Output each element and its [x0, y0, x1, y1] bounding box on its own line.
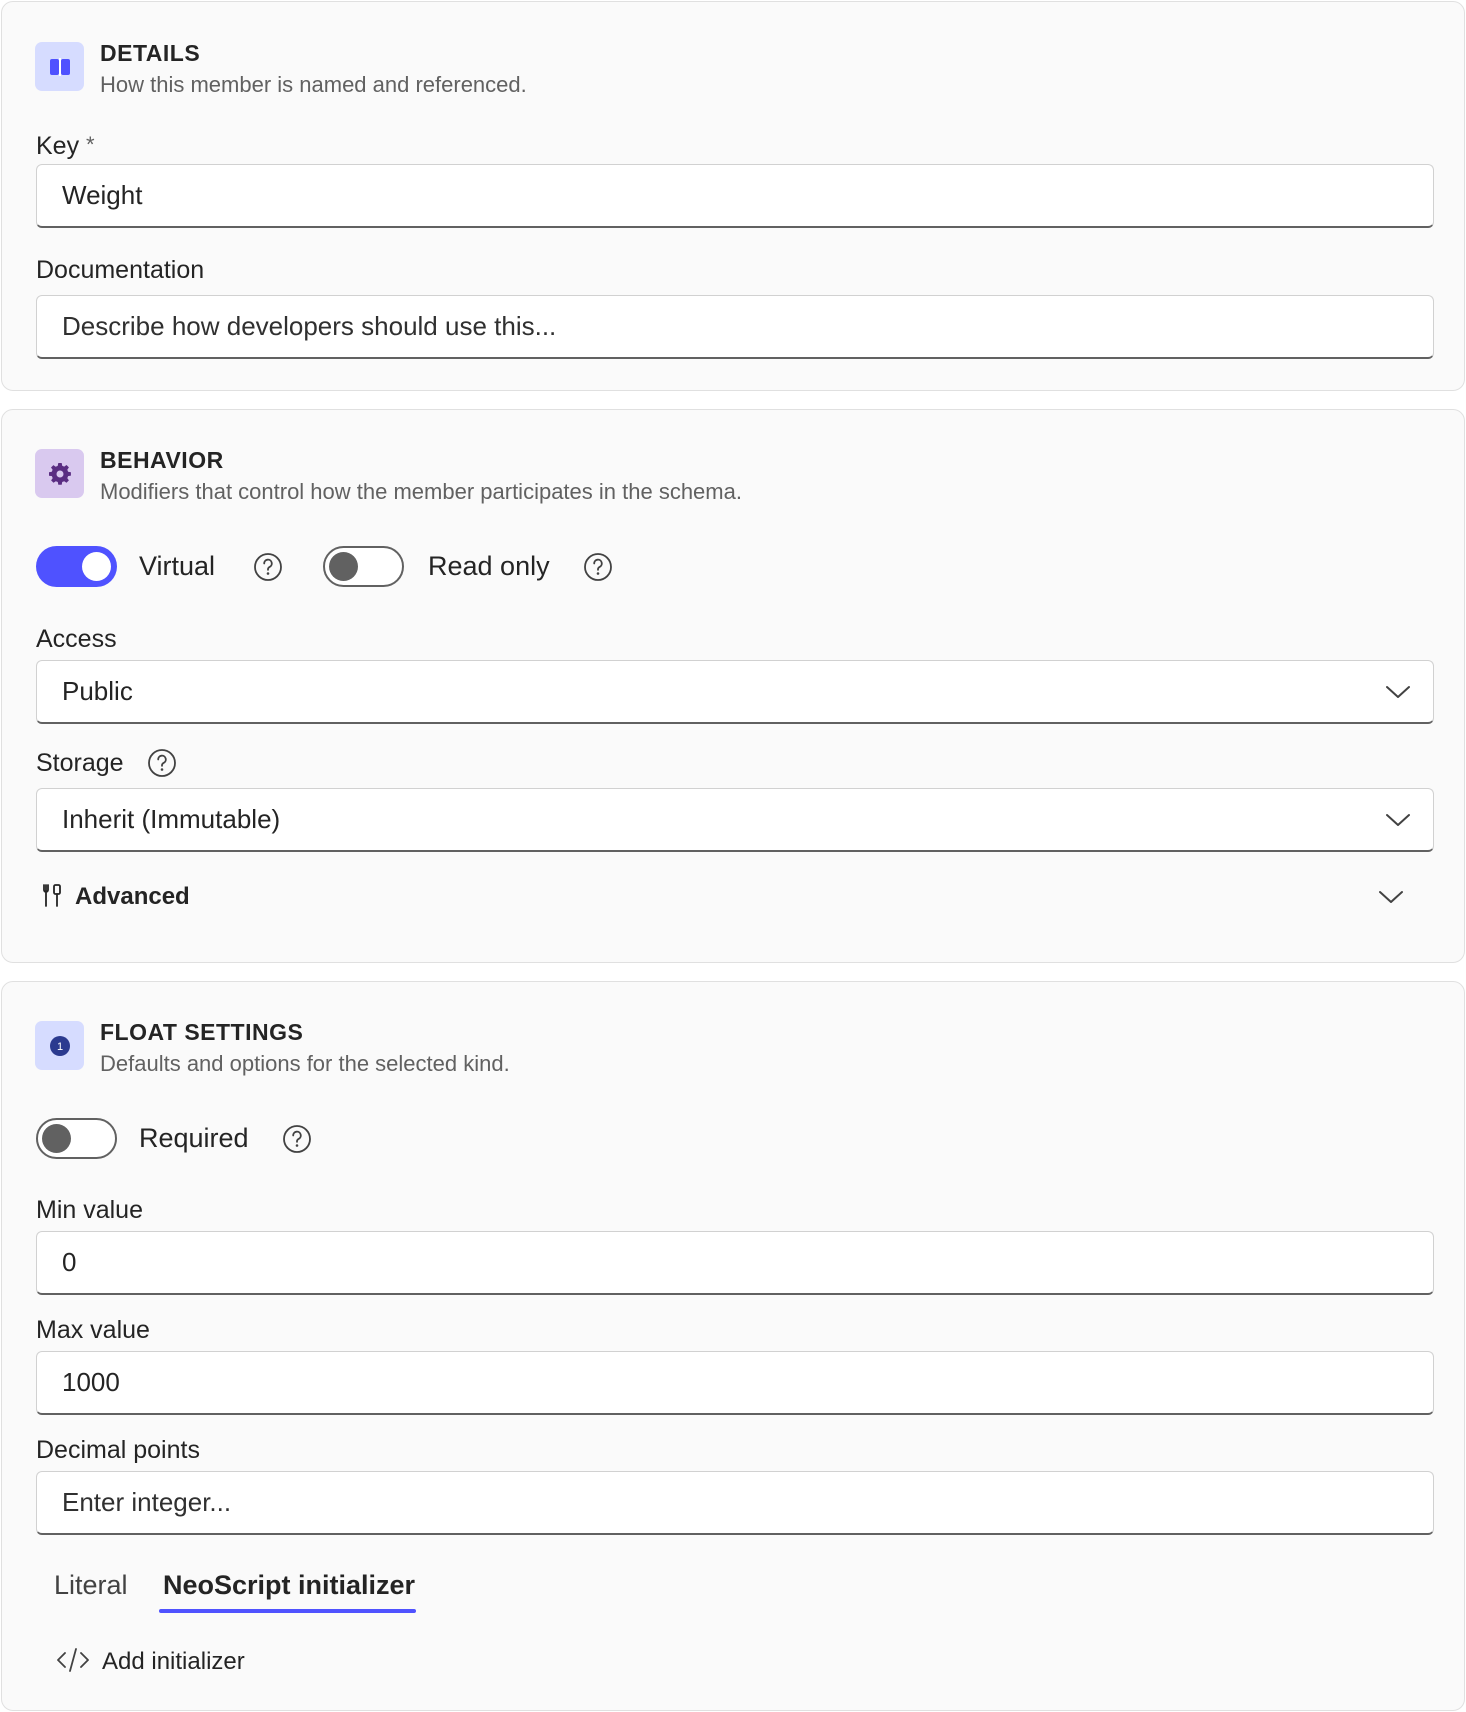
number-one-icon: 1 [35, 1021, 84, 1070]
min-value: 0 [62, 1247, 77, 1277]
gear-icon [35, 449, 84, 498]
svg-text:1: 1 [56, 1041, 62, 1053]
details-title: DETAILS [100, 40, 201, 66]
required-help-icon[interactable] [282, 1124, 312, 1154]
float-settings-section: 1 FLOAT SETTINGS Defaults and options fo… [1, 981, 1465, 1711]
min-value-label: Min value [36, 1196, 143, 1224]
access-select-value: Public [62, 676, 133, 706]
key-input-value: Weight [62, 180, 143, 210]
behavior-subtitle: Modifiers that control how the member pa… [100, 479, 742, 504]
key-label: Key * [36, 132, 95, 161]
storage-label-text: Storage [36, 749, 124, 777]
key-label-text: Key [36, 132, 80, 160]
access-label: Access [36, 625, 117, 653]
read-only-label: Read only [428, 551, 550, 581]
max-value-input[interactable]: 1000 [36, 1351, 1434, 1415]
decimal-points-label: Decimal points [36, 1436, 200, 1464]
required-toggle[interactable] [36, 1118, 117, 1159]
advanced-label: Advanced [75, 883, 190, 910]
storage-help-icon[interactable] [147, 748, 177, 778]
documentation-input[interactable]: Describe how developers should use this.… [36, 295, 1434, 359]
add-initializer-label: Add initializer [102, 1648, 245, 1675]
code-icon [57, 1648, 89, 1672]
tab-literal[interactable]: Literal [54, 1570, 128, 1601]
read-only-toggle-knob [329, 552, 358, 581]
behavior-section: BEHAVIOR Modifiers that control how the … [1, 409, 1465, 963]
tools-icon [43, 884, 61, 907]
decimal-points-placeholder: Enter integer... [62, 1487, 232, 1517]
virtual-label: Virtual [139, 551, 216, 581]
required-toggle-knob [42, 1124, 71, 1153]
storage-select-value: Inherit (Immutable) [62, 804, 281, 834]
book-icon [35, 42, 84, 91]
float-settings-subtitle: Defaults and options for the selected ki… [100, 1051, 510, 1076]
storage-select[interactable]: Inherit (Immutable) [36, 788, 1434, 852]
chevron-down-icon [1379, 891, 1403, 903]
max-value-label: Max value [36, 1316, 150, 1344]
key-input[interactable]: Weight [36, 164, 1434, 228]
chevron-down-icon [1386, 813, 1410, 826]
virtual-toggle[interactable] [36, 546, 117, 587]
read-only-toggle[interactable] [323, 546, 404, 587]
access-select[interactable]: Public [36, 660, 1434, 724]
required-label: Required [139, 1123, 249, 1153]
required-asterisk: * [86, 132, 95, 157]
chevron-down-icon [1386, 685, 1410, 698]
virtual-help-icon[interactable] [253, 552, 283, 582]
details-section: DETAILS How this member is named and ref… [1, 1, 1465, 391]
active-tab-indicator [159, 1609, 416, 1613]
min-value-input[interactable]: 0 [36, 1231, 1434, 1295]
float-settings-title: FLOAT SETTINGS [100, 1019, 304, 1045]
tab-neoscript-initializer[interactable]: NeoScript initializer [163, 1570, 415, 1601]
advanced-expander[interactable]: Advanced [40, 877, 1438, 917]
read-only-help-icon[interactable] [583, 552, 613, 582]
decimal-points-input[interactable]: Enter integer... [36, 1471, 1434, 1535]
details-subtitle: How this member is named and referenced. [100, 72, 527, 97]
behavior-title: BEHAVIOR [100, 447, 224, 473]
documentation-placeholder: Describe how developers should use this.… [62, 311, 557, 341]
add-initializer-button[interactable]: Add initializer [56, 1640, 306, 1680]
documentation-label: Documentation [36, 256, 205, 284]
virtual-toggle-knob [82, 552, 111, 581]
storage-label: Storage [36, 749, 124, 778]
max-value: 1000 [62, 1367, 120, 1397]
